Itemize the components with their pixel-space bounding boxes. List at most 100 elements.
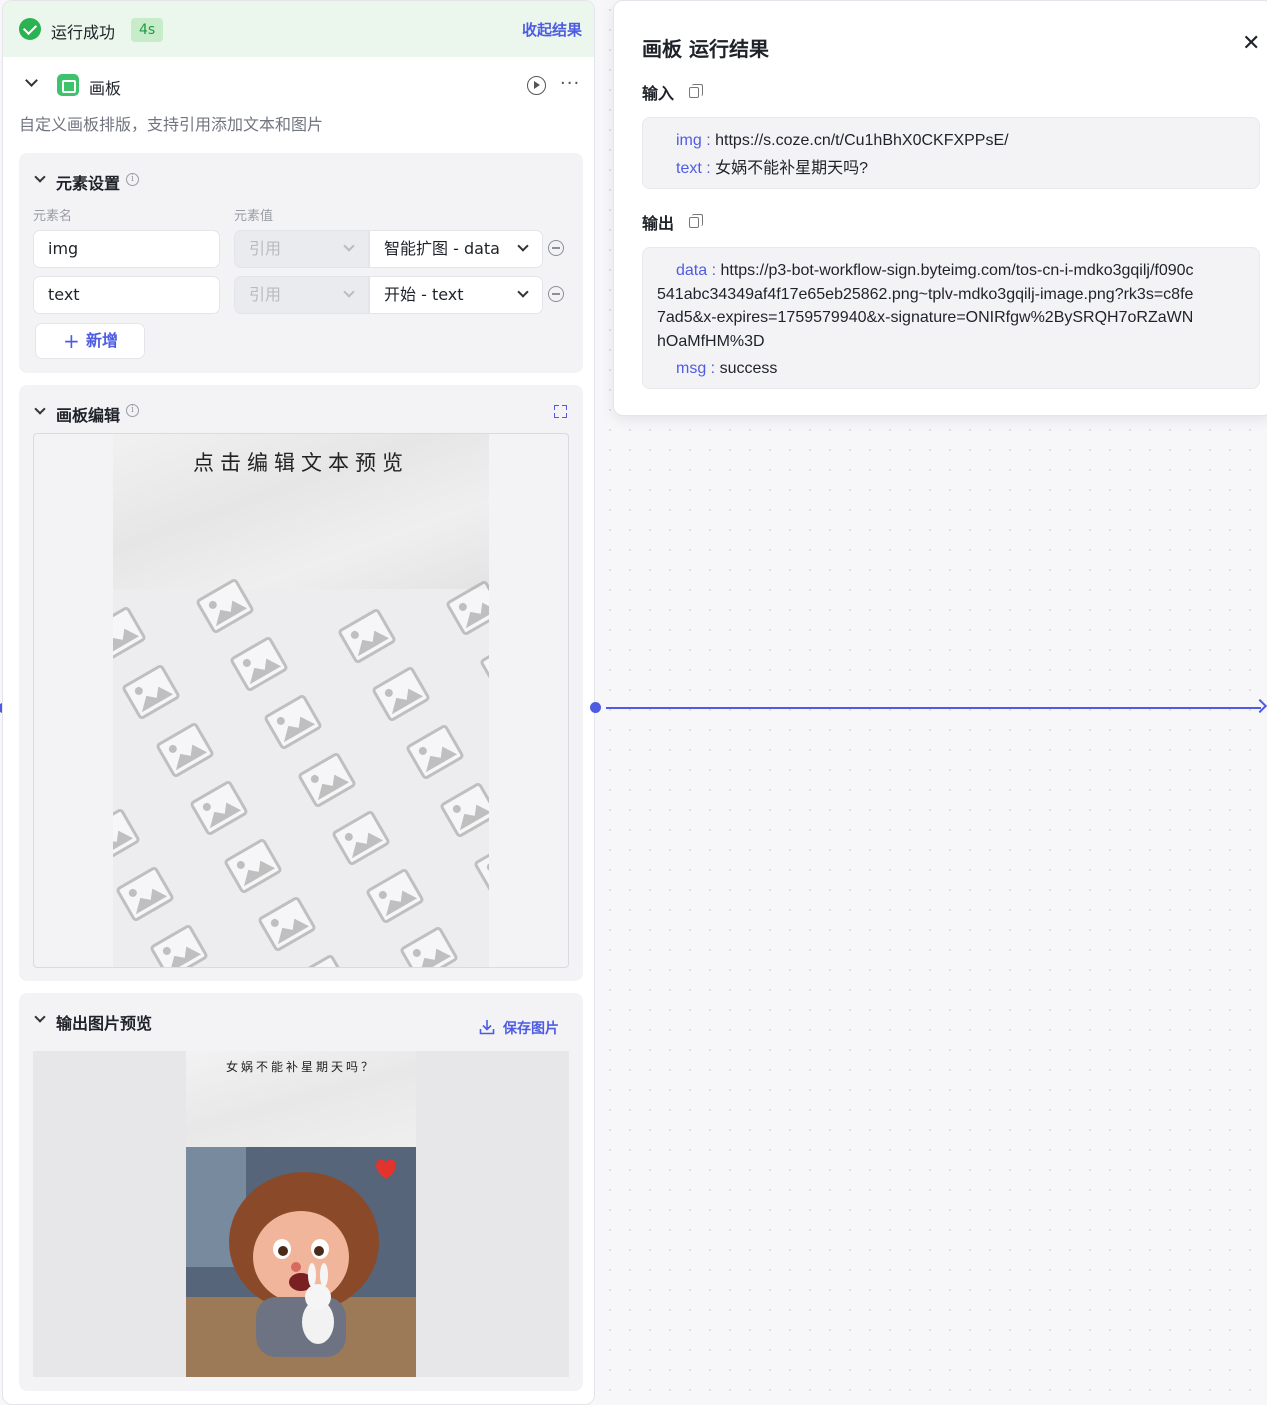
node-description: 自定义画板排版，支持引用添加文本和图片 [19,115,324,134]
ref-mode-label: 引用 [249,239,282,258]
add-element-label: 新增 [86,331,119,350]
canvas-editor-section: 画板编辑 i 点击编辑文本预览 [19,385,583,981]
ref-mode-label: 引用 [249,285,282,304]
element-settings-section: 元素设置 i 元素名 元素值 img 引用 智能扩图 - data text 引… [19,153,583,373]
chevron-down-icon [343,286,355,298]
canvas-node-card[interactable]: 运行成功 4s 收起结果 画板 ··· 自定义画板排版，支持引用添加文本和图片 … [2,0,595,1405]
image-placeholder-icon [154,721,216,780]
image-placeholder-icon [228,635,290,694]
image-placeholder-icon [296,751,358,810]
output-value: https://p3-bot-workflow-sign.byteimg.com… [657,262,1194,350]
output-value: success [719,360,778,377]
preview-paper: 女娲不能补星期天吗？ [186,1051,416,1147]
element-name-input[interactable]: text [33,276,220,314]
image-placeholder-icon [262,693,324,752]
column-label-value: 元素值 [234,209,274,224]
image-placeholder-icon [336,607,398,666]
save-image-button[interactable]: 保存图片 [503,1018,559,1038]
image-placeholder-icon [188,779,250,838]
canvas-node-icon [57,74,79,96]
image-placeholder-icon [290,953,352,967]
output-label: 输出 [642,214,675,233]
check-circle-icon [19,18,41,40]
chevron-down-icon[interactable] [34,403,46,415]
info-icon[interactable]: i [126,404,139,417]
element-value-select[interactable]: 智能扩图 - data [369,230,543,268]
copy-icon[interactable] [689,84,703,98]
image-placeholder-icon [113,605,148,664]
column-label-name: 元素名 [33,209,73,224]
image-placeholder-icon [472,839,489,898]
play-circle-icon[interactable] [527,76,546,95]
canvas-board[interactable]: 点击编辑文本预览 [113,434,489,967]
minus-circle-icon[interactable] [548,286,564,302]
chevron-down-icon[interactable] [34,171,46,183]
preview-image-text: 女娲不能补星期天吗？ [225,1060,376,1074]
input-value: 女娲不能补星期天吗? [715,159,869,177]
run-status-bar: 运行成功 4s 收起结果 [3,1,594,57]
run-result-panel: 画板 运行结果 ✕ 输入 img : https://s.coze.cn/t/C… [613,0,1267,416]
image-placeholder-icon [398,925,460,967]
info-icon[interactable]: i [126,173,139,186]
chevron-down-icon[interactable] [34,1011,46,1023]
chevron-down-icon [517,240,529,252]
canvas-editor-area[interactable]: 点击编辑文本预览 [33,433,569,968]
output-image-preview: 女娲不能补星期天吗？ [33,1051,569,1377]
section-title: 元素设置 [56,174,121,193]
output-row: msg : success [676,360,778,377]
node-title[interactable]: 画板 [89,75,121,99]
element-value-label: 智能扩图 - data [384,239,500,258]
expand-icon[interactable] [554,405,567,418]
image-placeholder-icon [438,781,489,840]
edge-arrow-icon [1252,698,1267,714]
output-key: msg [676,360,707,377]
chevron-down-icon [343,240,355,252]
image-placeholder-icon [114,865,176,924]
paper-background: 点击编辑文本预览 [113,434,489,589]
element-value-select[interactable]: 开始 - text [369,276,543,314]
section-title: 画板编辑 [56,406,121,425]
plus-icon: + [63,329,80,353]
input-label: 输入 [642,84,675,103]
copy-icon[interactable] [689,214,703,228]
close-icon[interactable]: ✕ [1242,33,1260,55]
section-title: 输出图片预览 [56,1014,153,1033]
connection-edge[interactable] [606,707,1261,709]
output-port[interactable] [590,702,601,713]
input-row: text : 女娲不能补星期天吗? [676,159,869,177]
image-placeholder-icon [330,809,392,868]
image-placeholder-icon [478,637,489,696]
image-placeholder-icon [364,867,426,926]
chevron-down-icon [517,286,529,298]
preview-photo [186,1147,416,1377]
image-placeholder-icon [113,807,142,866]
ref-mode-select[interactable]: 引用 [234,230,369,268]
run-status-text: 运行成功 [51,23,116,42]
collapse-result-button[interactable]: 收起结果 [522,19,582,40]
download-icon[interactable] [479,1019,495,1035]
output-row: data : https://p3-bot-workflow-sign.byte… [657,262,1194,350]
image-placeholder-icon [404,723,466,782]
minus-circle-icon[interactable] [548,240,564,256]
image-placeholder-icon [370,665,432,724]
ref-mode-select[interactable]: 引用 [234,276,369,314]
image-placeholder-icon [148,923,210,967]
canvas-text-element[interactable]: 点击编辑文本预览 [113,447,489,477]
input-row: img : https://s.coze.cn/t/Cu1hBhX0CKFXPP… [676,132,1009,149]
add-element-button[interactable]: + 新增 [35,323,145,359]
element-value-label: 开始 - text [384,285,464,304]
element-name-input[interactable]: img [33,230,220,268]
run-duration-badge: 4s [131,18,164,42]
input-key: img [676,132,702,149]
image-placeholder-icon [222,837,284,896]
image-placeholder-icon [256,895,318,954]
panel-title: 画板 运行结果 [642,37,769,61]
output-key: data [676,262,708,279]
chevron-down-icon[interactable] [25,74,38,87]
more-icon[interactable]: ··· [560,73,580,94]
input-json-box: img : https://s.coze.cn/t/Cu1hBhX0CKFXPP… [642,117,1260,189]
output-json-box: data : https://p3-bot-workflow-sign.byte… [642,247,1260,389]
input-value: https://s.coze.cn/t/Cu1hBhX0CKFXPPsE/ [715,132,1009,149]
image-placeholder-icon [120,663,182,722]
output-preview-section: 输出图片预览 保存图片 女娲不能补星期天吗？ [19,993,583,1391]
